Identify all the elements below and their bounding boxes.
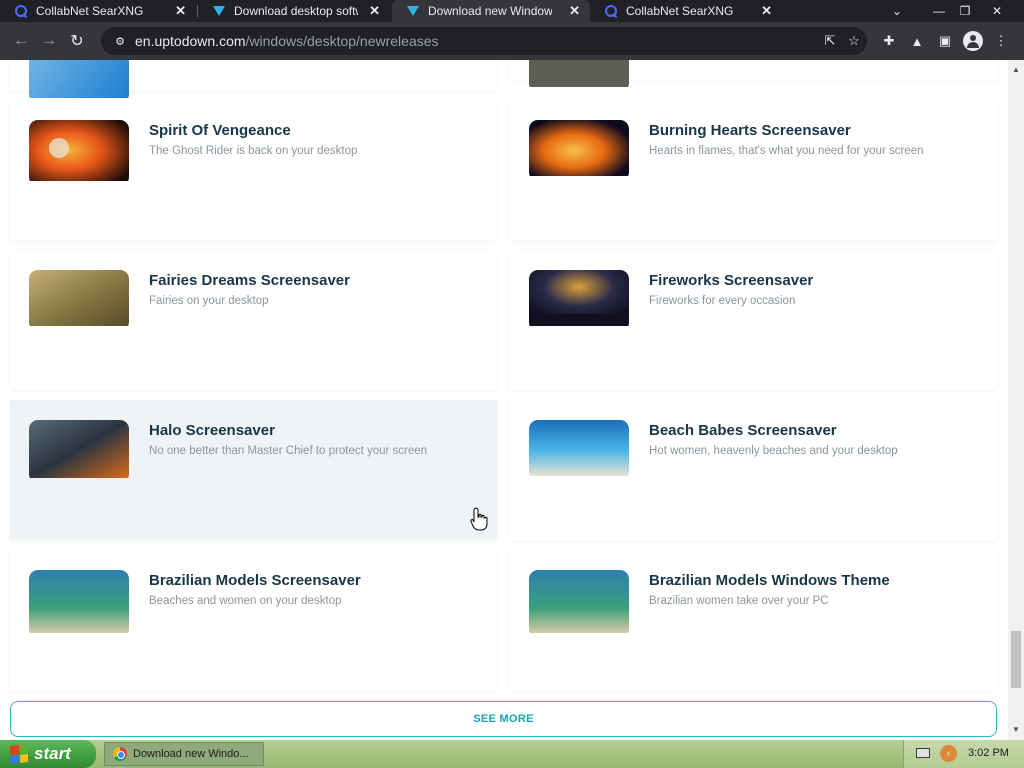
chrome-icon: [113, 747, 127, 761]
app-thumbnail: [529, 60, 629, 92]
keyboard-icon[interactable]: [916, 748, 930, 758]
app-card-partial[interactable]: [10, 60, 497, 98]
app-thumbnail: [529, 120, 629, 181]
profile-avatar[interactable]: [963, 31, 983, 51]
start-label: start: [34, 744, 71, 763]
app-card[interactable]: Fireworks Screensaver Fireworks for ever…: [510, 250, 997, 390]
close-icon[interactable]: ✕: [369, 3, 380, 19]
tab-strip: CollabNet SearXNG ✕ Download desktop sof…: [0, 0, 1024, 22]
app-card[interactable]: Brazilian Models Screensaver Beaches and…: [10, 550, 497, 690]
tab-2[interactable]: Download desktop software ✕: [198, 0, 390, 22]
close-icon[interactable]: ✕: [569, 3, 580, 19]
search-icon: [604, 4, 618, 18]
hand-pointer-cursor-icon: [470, 507, 488, 531]
app-title[interactable]: Burning Hearts Screensaver: [649, 122, 851, 139]
close-icon[interactable]: ✕: [761, 3, 772, 19]
app-thumbnail: [29, 570, 129, 638]
app-card[interactable]: Halo Screensaver No one better than Mast…: [10, 400, 497, 540]
app-title[interactable]: Spirit Of Vengeance: [149, 122, 291, 139]
browser-toolbar: ← → ↻ ⚙ en.uptodown.com/windows/desktop/…: [0, 22, 1024, 60]
tab-title: Download new Windows: [428, 4, 552, 18]
tab-title: Download desktop software: [234, 4, 358, 18]
reload-icon[interactable]: ↻: [67, 31, 87, 51]
app-description: Fairies on your desktop: [149, 295, 269, 307]
app-title[interactable]: Beach Babes Screensaver: [649, 422, 837, 439]
app-card[interactable]: Beach Babes Screensaver Hot women, heave…: [510, 400, 997, 540]
close-window-icon[interactable]: ✕: [984, 0, 1010, 22]
os-taskbar: start Download new Windo... ‹ 3:02 PM: [0, 740, 1024, 768]
tab-title: CollabNet SearXNG: [626, 4, 734, 18]
windows-logo-icon: [10, 744, 28, 764]
uptodown-icon: [406, 4, 420, 18]
app-card[interactable]: Burning Hearts Screensaver Hearts in fla…: [510, 100, 997, 240]
side-panel-icon[interactable]: ▣: [937, 33, 953, 49]
app-description: The Ghost Rider is back on your desktop: [149, 145, 358, 157]
minimize-icon[interactable]: —: [926, 0, 952, 22]
app-thumbnail: [529, 270, 629, 331]
app-description: Beaches and women on your desktop: [149, 595, 342, 607]
site-info-icon[interactable]: ⚙: [113, 34, 127, 48]
scroll-up-arrow-icon[interactable]: ▲: [1008, 62, 1024, 76]
app-card[interactable]: Spirit Of Vengeance The Ghost Rider is b…: [10, 100, 497, 240]
tab-3-active[interactable]: Download new Windows ✕: [392, 0, 590, 22]
extensions-icon[interactable]: ✚: [881, 33, 897, 49]
app-card-partial[interactable]: [510, 60, 997, 87]
taskbar-window-button[interactable]: Download new Windo...: [104, 742, 264, 766]
scroll-down-arrow-icon[interactable]: ▼: [1008, 722, 1024, 736]
page-viewport: Spirit Of Vengeance The Ghost Rider is b…: [0, 60, 1008, 740]
app-thumbnail: [29, 270, 129, 331]
app-title[interactable]: Halo Screensaver: [149, 422, 275, 439]
forward-arrow-icon[interactable]: →: [39, 31, 59, 51]
app-description: Fireworks for every occasion: [649, 295, 796, 307]
url-path: /windows/desktop/newreleases: [245, 33, 439, 49]
restore-icon[interactable]: ❐: [952, 0, 978, 22]
address-bar[interactable]: ⚙ en.uptodown.com/windows/desktop/newrel…: [101, 27, 867, 55]
share-icon[interactable]: ⇱: [822, 33, 838, 49]
tab-4[interactable]: CollabNet SearXNG ✕: [590, 0, 782, 22]
search-icon: [14, 4, 28, 18]
app-thumbnail: [529, 420, 629, 481]
app-title[interactable]: Fireworks Screensaver: [649, 272, 813, 289]
app-description: No one better than Master Chief to prote…: [149, 445, 428, 457]
system-tray: ‹ 3:02 PM: [903, 740, 1024, 768]
app-description: Hearts in flames, that's what you need f…: [649, 145, 924, 157]
url-host: en.uptodown.com: [135, 33, 246, 49]
close-icon[interactable]: ✕: [175, 3, 186, 19]
app-title[interactable]: Brazilian Models Screensaver: [149, 572, 361, 589]
back-arrow-icon[interactable]: ←: [11, 31, 31, 51]
app-description: Hot women, heavenly beaches and your des…: [649, 445, 898, 457]
page-scrollbar[interactable]: ▲ ▼: [1008, 60, 1024, 740]
app-title[interactable]: Fairies Dreams Screensaver: [149, 272, 350, 289]
bookmark-star-icon[interactable]: ☆: [846, 33, 862, 49]
tab-1[interactable]: CollabNet SearXNG ✕: [0, 0, 196, 22]
app-thumbnail: [29, 60, 129, 103]
taskbar-window-label: Download new Windo...: [133, 748, 249, 760]
tray-expand-icon[interactable]: ‹: [940, 745, 957, 762]
app-card[interactable]: Brazilian Models Windows Theme Brazilian…: [510, 550, 997, 690]
app-thumbnail: [529, 570, 629, 638]
tab-title: CollabNet SearXNG: [36, 4, 144, 18]
app-title[interactable]: Brazilian Models Windows Theme: [649, 572, 890, 589]
start-button[interactable]: start: [0, 740, 96, 768]
app-thumbnail: [29, 120, 129, 186]
scrollbar-thumb[interactable]: [1011, 631, 1021, 688]
clock[interactable]: 3:02 PM: [968, 747, 1009, 759]
url-text[interactable]: en.uptodown.com/windows/desktop/newrelea…: [135, 33, 439, 49]
menu-kebab-icon[interactable]: ⋮: [993, 33, 1009, 49]
labs-flask-icon[interactable]: ▲: [909, 33, 925, 49]
uptodown-icon: [212, 4, 226, 18]
app-thumbnail: [29, 420, 129, 483]
tab-search-chevron-icon[interactable]: ⌄: [884, 0, 910, 22]
see-more-button[interactable]: SEE MORE: [10, 701, 997, 737]
app-card[interactable]: Fairies Dreams Screensaver Fairies on yo…: [10, 250, 497, 390]
app-description: Brazilian women take over your PC: [649, 595, 829, 607]
